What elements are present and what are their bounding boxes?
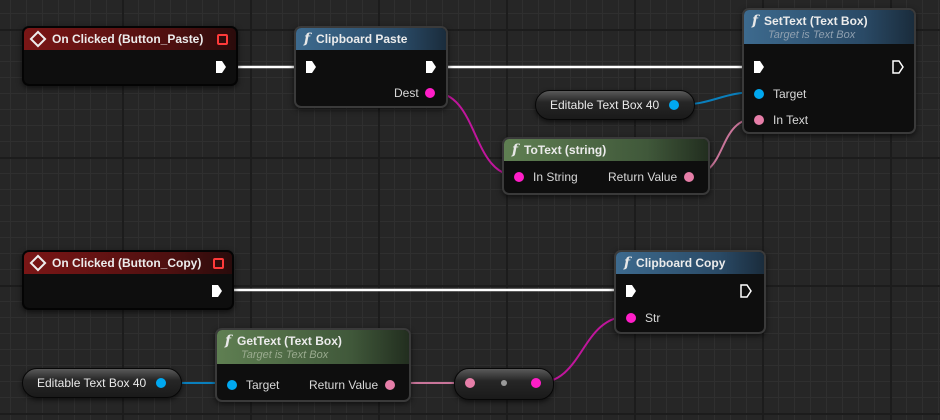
event-header: On Clicked (Button_Paste) xyxy=(24,28,236,50)
exec-out-pin[interactable] xyxy=(426,61,436,73)
function-icon: f xyxy=(225,333,232,349)
in-text-label: In Text xyxy=(773,113,809,127)
in-text-pin[interactable] xyxy=(754,115,764,125)
variable-label: Editable Text Box 40 xyxy=(37,376,147,390)
conversion-dot-icon xyxy=(501,380,507,386)
delegate-icon xyxy=(213,258,224,269)
conversion-in-pin[interactable] xyxy=(465,378,475,388)
text-box-variable-node[interactable]: Editable Text Box 40 xyxy=(22,368,182,398)
clipboard-copy-node[interactable]: f Clipboard Copy Str xyxy=(614,250,766,334)
str-label: Str xyxy=(645,311,661,325)
target-pin[interactable] xyxy=(754,89,764,99)
on-clicked-paste-node[interactable]: On Clicked (Button_Paste) xyxy=(22,26,238,86)
return-value-label: Return Value xyxy=(608,170,678,184)
return-value-pin[interactable] xyxy=(684,172,694,182)
variable-out-pin[interactable] xyxy=(156,378,166,388)
function-subtitle: Target is Text Box xyxy=(241,349,329,361)
in-string-label: In String xyxy=(533,170,578,184)
exec-out-pin[interactable] xyxy=(216,61,226,73)
str-pin[interactable] xyxy=(626,313,636,323)
exec-in-pin[interactable] xyxy=(754,61,764,73)
conversion-node[interactable] xyxy=(454,368,554,400)
return-value-pin[interactable] xyxy=(385,380,395,390)
set-text-node[interactable]: f SetText (Text Box) Target is Text Box … xyxy=(742,8,916,134)
exec-out-pin[interactable] xyxy=(740,284,752,298)
diamond-icon xyxy=(29,30,47,48)
in-string-pin[interactable] xyxy=(514,172,524,182)
event-header: On Clicked (Button_Copy) xyxy=(24,252,232,274)
function-title: SetText (Text Box) xyxy=(764,14,868,28)
variable-label: Editable Text Box 40 xyxy=(550,98,660,112)
function-title: Clipboard Paste xyxy=(316,32,408,46)
function-icon: f xyxy=(624,255,631,271)
exec-out-pin[interactable] xyxy=(892,60,904,74)
target-label: Target xyxy=(773,87,807,101)
function-header: f SetText (Text Box) Target is Text Box xyxy=(744,10,914,44)
function-icon: f xyxy=(304,31,311,47)
function-subtitle: Target is Text Box xyxy=(768,29,856,41)
on-clicked-copy-node[interactable]: On Clicked (Button_Copy) xyxy=(22,250,234,310)
dest-label: Dest xyxy=(394,86,419,100)
function-header: f Clipboard Paste xyxy=(296,28,446,50)
function-title: Clipboard Copy xyxy=(636,256,726,270)
exec-in-pin[interactable] xyxy=(626,285,636,297)
function-title: ToText (string) xyxy=(524,143,607,157)
exec-in-pin[interactable] xyxy=(306,61,316,73)
function-icon: f xyxy=(512,142,519,158)
conversion-out-pin[interactable] xyxy=(531,378,541,388)
to-text-node[interactable]: f ToText (string) In String Return Value xyxy=(502,137,710,195)
diamond-icon xyxy=(29,254,47,272)
function-header: f Clipboard Copy xyxy=(616,252,764,274)
get-text-node[interactable]: f GetText (Text Box) Target is Text Box … xyxy=(215,328,411,402)
target-label: Target xyxy=(246,378,280,392)
target-pin[interactable] xyxy=(227,380,237,390)
exec-out-pin[interactable] xyxy=(212,285,222,297)
delegate-icon xyxy=(217,34,228,45)
pure-function-header: f ToText (string) xyxy=(504,139,708,161)
variable-out-pin[interactable] xyxy=(669,100,679,110)
pure-function-header: f GetText (Text Box) Target is Text Box xyxy=(217,330,409,364)
event-title: On Clicked (Button_Copy) xyxy=(52,256,202,270)
function-icon: f xyxy=(752,13,759,29)
return-value-label: Return Value xyxy=(309,378,379,392)
function-title: GetText (Text Box) xyxy=(237,334,342,348)
event-title: On Clicked (Button_Paste) xyxy=(52,32,204,46)
text-box-variable-node[interactable]: Editable Text Box 40 xyxy=(535,90,695,120)
clipboard-paste-node[interactable]: f Clipboard Paste Dest xyxy=(294,26,448,108)
dest-pin[interactable] xyxy=(425,88,435,98)
